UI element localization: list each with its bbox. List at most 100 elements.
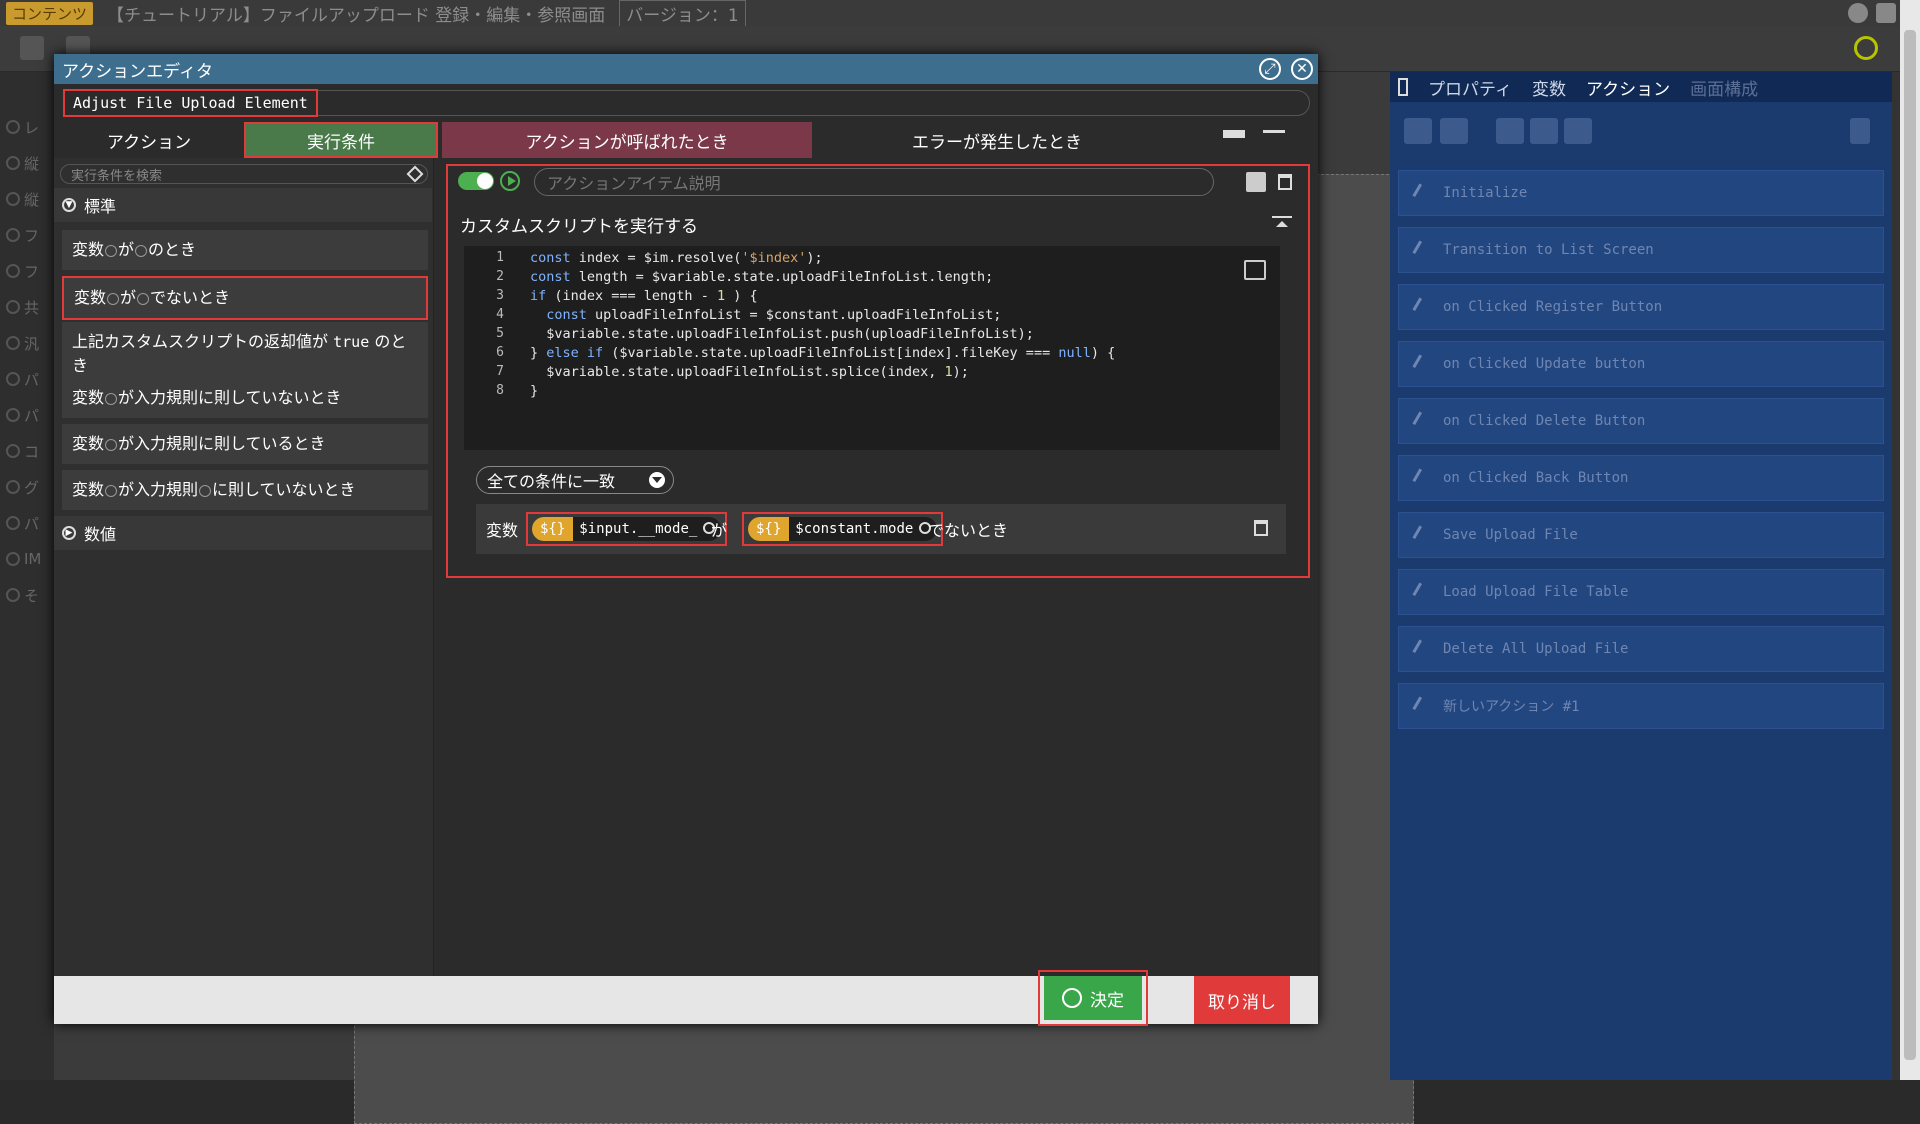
palette-item[interactable]: IM: [6, 548, 54, 570]
palette-item-label: コ: [24, 442, 40, 461]
collapse-all-icon[interactable]: [1263, 130, 1285, 150]
open-editor-icon[interactable]: [1244, 260, 1266, 280]
condition-script-true[interactable]: 上記カスタムスクリプトの返却値が true のとき: [62, 322, 428, 386]
category-standard[interactable]: ▼ 標準: [54, 188, 432, 222]
pencil-icon: [1412, 411, 1432, 431]
pencil-icon: [1412, 639, 1432, 659]
tab-screen-structure[interactable]: 画面構成: [1690, 75, 1758, 100]
palette-item[interactable]: 縦: [6, 188, 54, 210]
chevron-right-icon: [6, 552, 20, 566]
palette-item-label: グ: [24, 478, 40, 497]
action-list-item[interactable]: on Clicked Back Button: [1398, 455, 1884, 501]
close-icon[interactable]: ✕: [1291, 58, 1313, 80]
add-action-icon[interactable]: [1404, 118, 1432, 144]
chevron-right-icon: [6, 156, 20, 170]
cond-text: 変数: [74, 288, 107, 307]
right-operand-value[interactable]: $constant.mode: [789, 517, 938, 541]
expression-icon[interactable]: ${}: [532, 517, 574, 541]
palette-item[interactable]: グ: [6, 476, 54, 498]
play-icon[interactable]: [500, 171, 520, 191]
check-icon: [1062, 988, 1082, 1008]
action-list-item[interactable]: Transition to List Screen: [1398, 227, 1884, 273]
cancel-button[interactable]: 取り消し: [1194, 976, 1290, 1024]
window-scrollbar[interactable]: [1900, 0, 1920, 1080]
collapse-section-icon[interactable]: [1272, 216, 1292, 230]
tab-condition[interactable]: 実行条件: [244, 122, 438, 158]
palette-item[interactable]: パ: [6, 368, 54, 390]
palette-item[interactable]: パ: [6, 512, 54, 534]
trash-icon[interactable]: [1278, 174, 1292, 190]
action-list-item[interactable]: Initialize: [1398, 170, 1884, 216]
palette-item[interactable]: そ: [6, 584, 54, 606]
dialog-footer: 決定 取り消し: [54, 970, 1318, 1026]
edit-mode-icon[interactable]: [1854, 36, 1878, 60]
palette-item[interactable]: フ: [6, 260, 54, 282]
expression-icon[interactable]: ${}: [748, 517, 790, 541]
mobile-icon[interactable]: [1398, 78, 1408, 96]
user-icon[interactable]: [1848, 3, 1868, 23]
palette-item[interactable]: 縦: [6, 152, 54, 174]
expand-all-icon[interactable]: [1223, 130, 1245, 150]
code-editor[interactable]: 1 2 3 4 5 6 7 8 const index = $im.resolv…: [464, 246, 1280, 450]
right-operand[interactable]: ${} $constant.mode: [742, 512, 944, 546]
action-list-item[interactable]: 新しいアクション #1: [1398, 683, 1884, 729]
export-action-icon[interactable]: [1496, 118, 1524, 144]
action-list-item[interactable]: on Clicked Update button: [1398, 341, 1884, 387]
dialog-title: アクションエディタ: [62, 61, 213, 82]
palette-item[interactable]: コ: [6, 440, 54, 462]
maximize-icon[interactable]: ⤢: [1259, 58, 1281, 80]
cond-text: 変数: [72, 388, 105, 407]
palette-item-label: パ: [24, 514, 40, 533]
tab-on-error[interactable]: エラーが発生したとき: [812, 122, 1182, 158]
cond-text: 変数: [72, 434, 105, 453]
action-list-item[interactable]: on Clicked Delete Button: [1398, 398, 1884, 444]
condition-var-valid[interactable]: 変数 が入力規則に則しているとき: [62, 424, 428, 464]
item-description-input[interactable]: アクションアイテム説明: [534, 168, 1214, 196]
scrollbar-thumb[interactable]: [1904, 30, 1916, 1060]
chevron-right-icon: [6, 264, 20, 278]
action-list-item[interactable]: Load Upload File Table: [1398, 569, 1884, 615]
delete-action-icon[interactable]: [1850, 118, 1870, 144]
tab-on-called[interactable]: アクションが呼ばれたとき: [442, 122, 812, 158]
line-number: 5: [496, 326, 504, 341]
action-name-value[interactable]: Adjust File Upload Element: [63, 89, 318, 117]
palette-item[interactable]: 汎: [6, 332, 54, 354]
condition-var-not-equals[interactable]: 変数がでないとき: [62, 276, 428, 320]
lock-icon[interactable]: [1876, 3, 1896, 23]
tab-actions[interactable]: アクション: [1586, 75, 1670, 100]
condition-var-invalid[interactable]: 変数 が入力規則に則していないとき: [62, 378, 428, 418]
enable-toggle[interactable]: [458, 172, 494, 190]
trash-icon[interactable]: [1254, 520, 1268, 536]
clear-search-icon[interactable]: [406, 165, 424, 183]
copy-action-icon[interactable]: [1440, 118, 1468, 144]
action-list-item[interactable]: Delete All Upload File: [1398, 626, 1884, 672]
left-operand[interactable]: ${} $input.__mode_: [526, 512, 728, 546]
duplicate-action-icon[interactable]: [1530, 118, 1558, 144]
palette-item[interactable]: フ: [6, 224, 54, 246]
action-name-field[interactable]: Adjust File Upload Element: [63, 89, 1310, 117]
action-list-item[interactable]: Save Upload File: [1398, 512, 1884, 558]
palette-item[interactable]: 共: [6, 296, 54, 318]
ok-button[interactable]: 決定: [1038, 970, 1148, 1026]
condition-var-rule-invalid[interactable]: 変数 が入力規則 に則していないとき: [62, 470, 428, 510]
tab-action[interactable]: アクション: [54, 122, 244, 158]
category-numeric[interactable]: ▶ 数値: [54, 516, 432, 550]
action-list-label: on Clicked Register Button: [1443, 299, 1663, 315]
condition-var-equals[interactable]: 変数がのとき: [62, 230, 428, 270]
ok-button-inner[interactable]: 決定: [1044, 976, 1142, 1020]
left-operand-value[interactable]: $input.__mode_: [573, 517, 722, 541]
placeholder-slot: [105, 484, 118, 497]
move-action-icon[interactable]: [1564, 118, 1592, 144]
match-mode-select[interactable]: 全ての条件に一致: [476, 466, 674, 494]
tab-variables[interactable]: 変数: [1532, 75, 1566, 100]
action-list-item[interactable]: on Clicked Register Button: [1398, 284, 1884, 330]
tab-properties[interactable]: プロパティ: [1428, 75, 1512, 100]
pencil-icon: [1412, 354, 1432, 374]
copy-icon[interactable]: [1246, 172, 1266, 192]
palette-item[interactable]: パ: [6, 404, 54, 426]
palette-item-label: 縦: [24, 154, 40, 173]
layers-icon[interactable]: [20, 36, 44, 60]
condition-search-input[interactable]: 実行条件を検索: [60, 164, 428, 184]
palette-item[interactable]: レ: [6, 116, 54, 138]
condition-palette: 実行条件を検索 ▼ 標準 変数がのとき 変数がでないとき 上記カスタムスクリプト…: [54, 158, 434, 978]
